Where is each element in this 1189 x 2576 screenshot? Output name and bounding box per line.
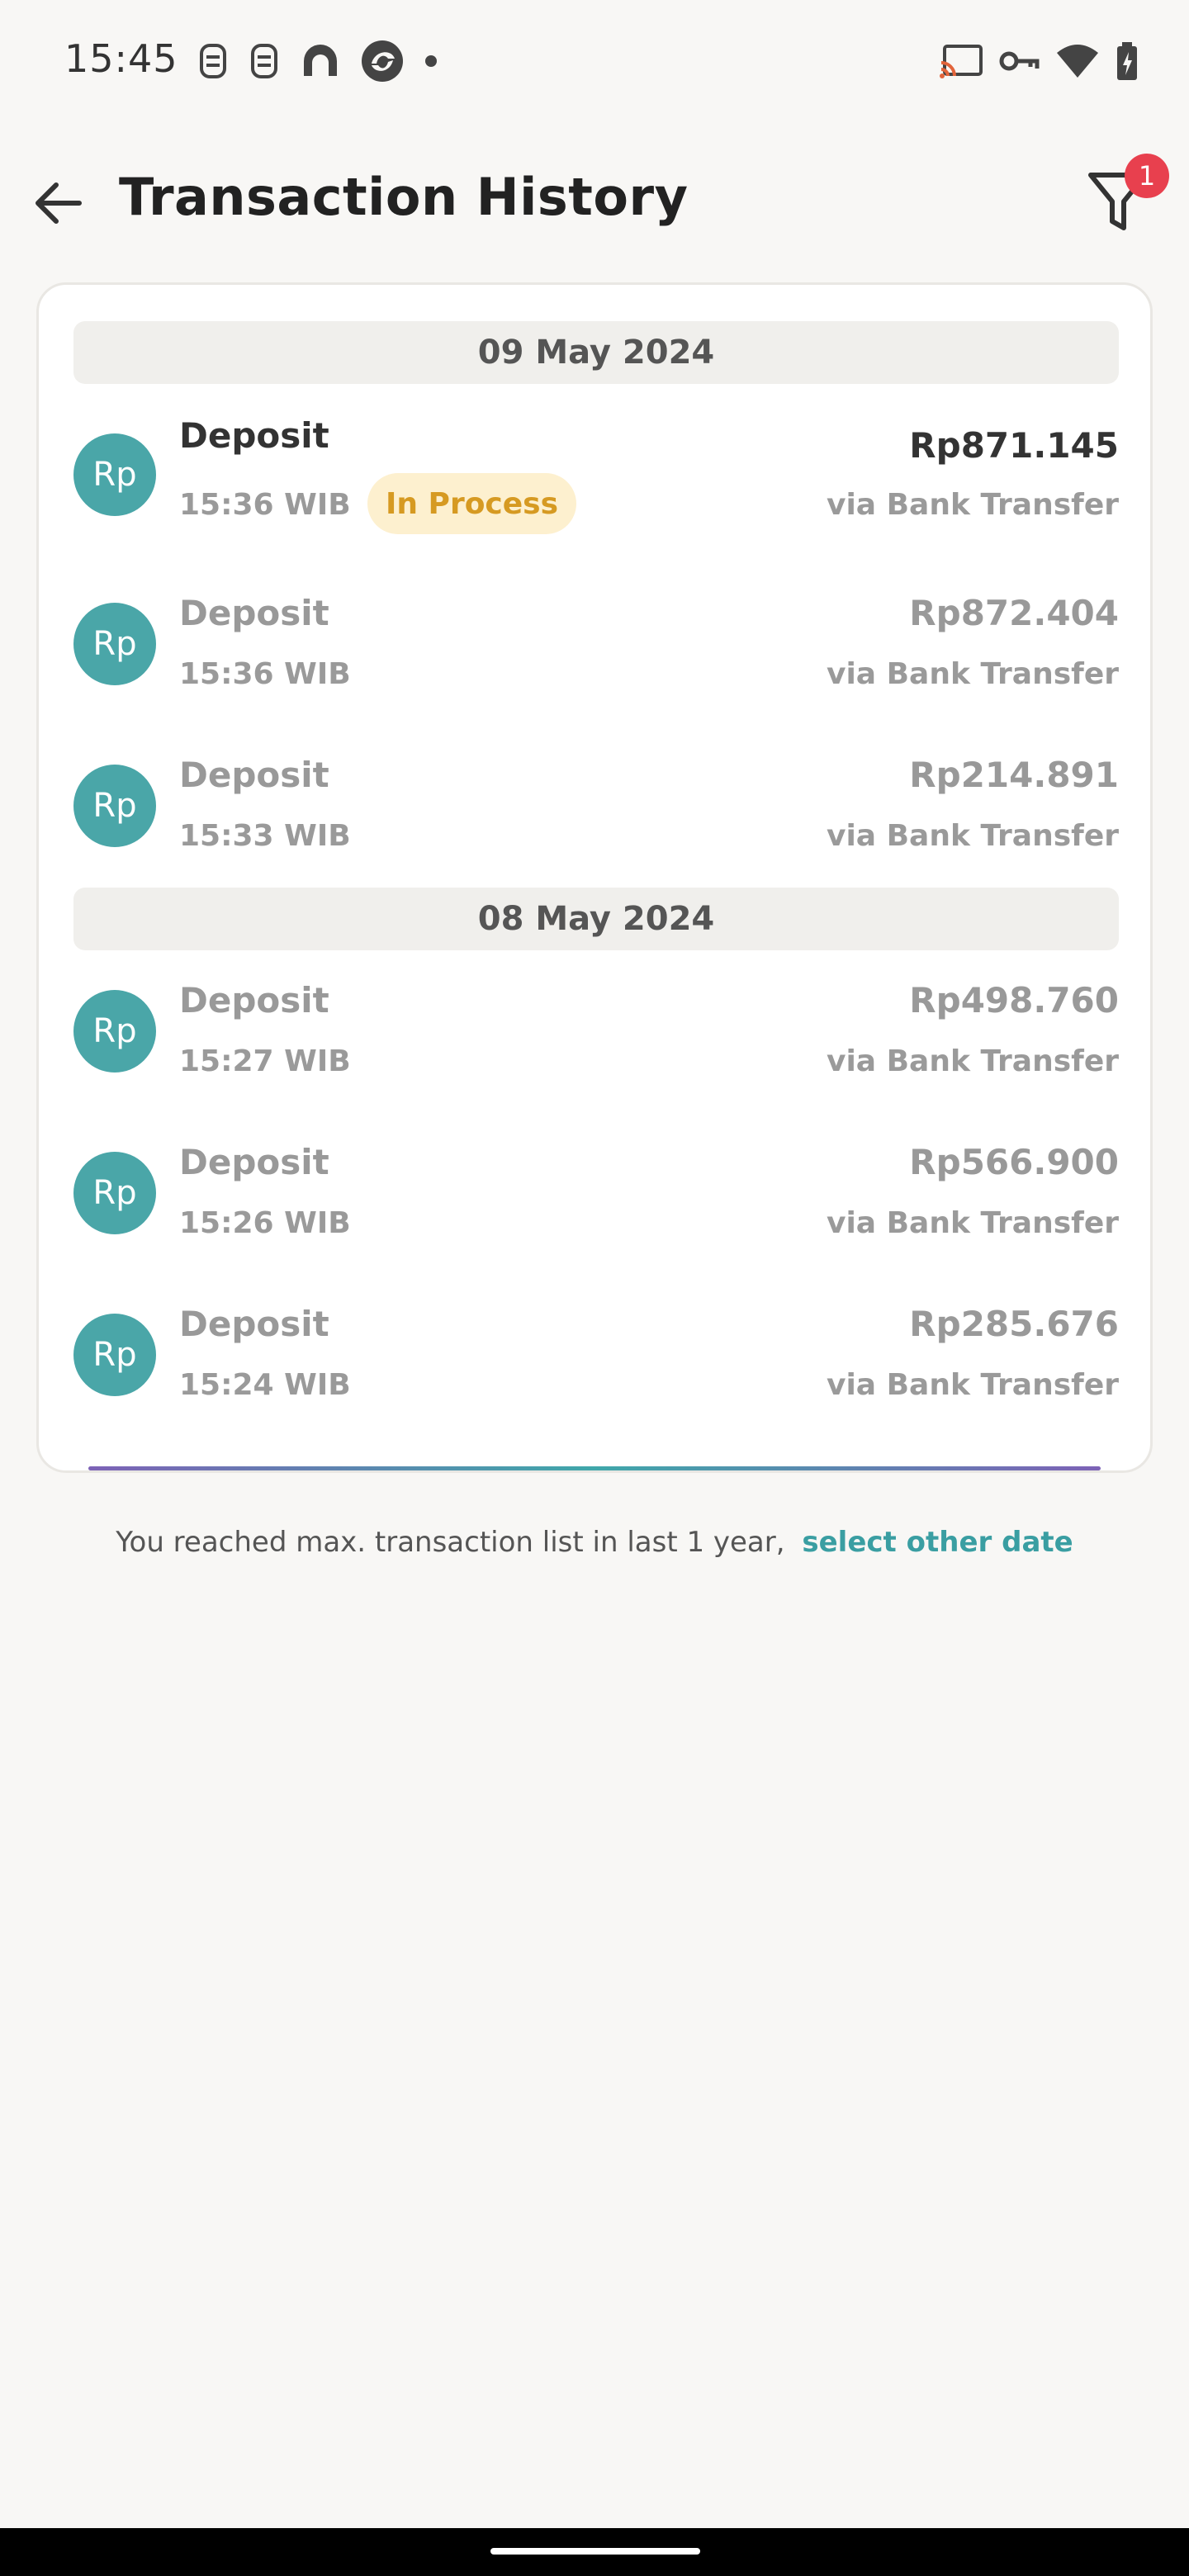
navigation-bar	[0, 2528, 1189, 2576]
wifi-icon	[1055, 43, 1100, 79]
app-icon	[299, 40, 342, 83]
transaction-method: via Bank Transfer	[826, 1206, 1119, 1240]
transaction-title: Deposit	[179, 980, 329, 1020]
transaction-time: 15:24 WIB	[179, 1368, 351, 1402]
currency-avatar: Rp	[73, 990, 156, 1073]
currency-avatar: Rp	[73, 1314, 156, 1396]
transaction-method: via Bank Transfer	[826, 488, 1119, 522]
transaction-amount: Rp285.676	[909, 1304, 1119, 1344]
status-left-icons	[197, 36, 439, 86]
max-list-note: You reached max. transaction list in las…	[0, 1526, 1189, 1559]
cast-icon	[940, 43, 984, 79]
transaction-time: 15:26 WIB	[179, 1206, 351, 1240]
transaction-method: via Bank Transfer	[826, 819, 1119, 853]
transaction-time: 15:33 WIB	[179, 819, 351, 853]
transaction-amount: Rp871.145	[909, 425, 1119, 466]
filter-count-badge: 1	[1125, 154, 1169, 198]
filter-button[interactable]: 1	[1078, 154, 1177, 253]
transaction-title: Deposit	[179, 593, 329, 633]
transaction-row[interactable]: Rp Deposit 15:36 WIB In Process Rp871.14…	[73, 400, 1119, 541]
transaction-title: Deposit	[179, 1304, 329, 1344]
status-time: 15:45	[64, 36, 178, 81]
transaction-row[interactable]: Rp Deposit 15:26 WIB Rp566.900 via Bank …	[73, 1119, 1119, 1259]
transaction-method: via Bank Transfer	[826, 1368, 1119, 1402]
date-header: 09 May 2024	[73, 321, 1119, 384]
transaction-time: 15:36 WIB	[179, 488, 351, 522]
date-header: 08 May 2024	[73, 888, 1119, 950]
max-list-note-text: You reached max. transaction list in las…	[116, 1526, 785, 1559]
currency-avatar: Rp	[73, 603, 156, 685]
transaction-row[interactable]: Rp Deposit 15:33 WIB Rp214.891 via Bank …	[73, 732, 1119, 872]
transaction-amount: Rp214.891	[909, 755, 1119, 795]
transaction-method: via Bank Transfer	[826, 657, 1119, 691]
back-button[interactable]	[25, 172, 91, 238]
transaction-time: 15:27 WIB	[179, 1044, 351, 1078]
transaction-row[interactable]: Rp Deposit 15:24 WIB Rp285.676 via Bank …	[73, 1281, 1119, 1421]
transaction-time: 15:36 WIB	[179, 657, 351, 691]
battery-icon	[1115, 40, 1139, 82]
transaction-title: Deposit	[179, 1142, 329, 1182]
transaction-row[interactable]: Rp Deposit 15:36 WIB Rp872.404 via Bank …	[73, 570, 1119, 710]
transaction-amount: Rp872.404	[909, 593, 1119, 633]
transaction-list-card: 09 May 2024 Rp Deposit 15:36 WIB In Proc…	[36, 282, 1153, 1473]
app-icon	[360, 39, 405, 83]
currency-avatar: Rp	[73, 765, 156, 847]
currency-avatar: Rp	[73, 433, 156, 516]
dot-icon	[423, 53, 439, 69]
key-icon	[999, 47, 1040, 75]
select-other-date-link[interactable]: select other date	[802, 1526, 1073, 1559]
currency-avatar: Rp	[73, 1152, 156, 1234]
card-bottom-accent	[88, 1466, 1101, 1470]
transaction-method: via Bank Transfer	[826, 1044, 1119, 1078]
transaction-amount: Rp566.900	[909, 1142, 1119, 1182]
transaction-amount: Rp498.760	[909, 980, 1119, 1020]
transaction-title: Deposit	[179, 755, 329, 795]
status-badge: In Process	[367, 473, 577, 534]
app-header: Transaction History 1	[0, 149, 1189, 256]
notification-icon	[197, 40, 230, 82]
status-bar: 15:45	[0, 0, 1189, 124]
arrow-left-icon	[31, 180, 84, 230]
page-title: Transaction History	[119, 167, 689, 227]
status-right-icons	[940, 36, 1139, 86]
transaction-title: Deposit	[179, 415, 329, 456]
notification-icon	[248, 40, 281, 82]
transaction-row[interactable]: Rp Deposit 15:27 WIB Rp498.760 via Bank …	[73, 957, 1119, 1097]
home-handle[interactable]	[490, 2548, 700, 2555]
